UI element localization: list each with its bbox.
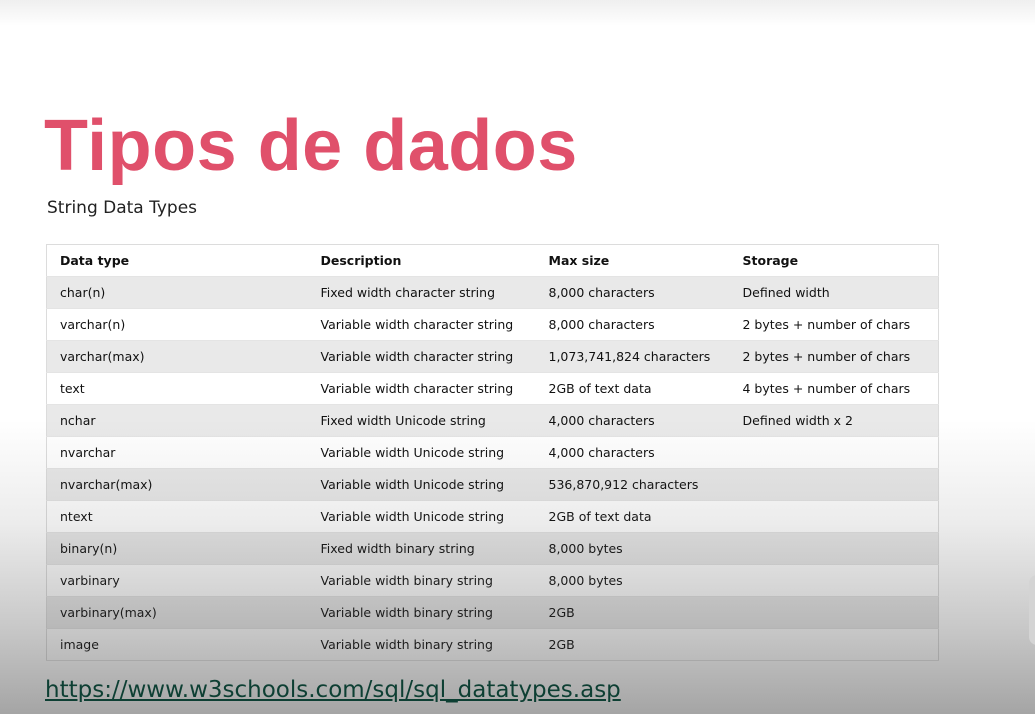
cell-description: Variable width binary string: [307, 628, 536, 661]
cell-data-type: image: [46, 628, 308, 661]
cell-max-size: 4,000 characters: [535, 436, 730, 469]
slide-title: Tipos de dados: [44, 106, 578, 186]
w3schools-link[interactable]: https://www.w3schools.com/sql/sql_dataty…: [45, 674, 621, 706]
table-row: nvarchar Variable width Unicode string 4…: [46, 436, 939, 469]
cell-max-size: 536,870,912 characters: [535, 468, 730, 501]
table-row: varbinary Variable width binary string 8…: [46, 564, 939, 597]
cell-storage: Defined width: [729, 276, 939, 309]
header-description: Description: [307, 244, 536, 277]
cell-data-type: varbinary(max): [46, 596, 308, 629]
cell-storage: 2 bytes + number of chars: [729, 340, 939, 373]
cell-storage: 2 bytes + number of chars: [729, 308, 939, 341]
cell-max-size: 2GB of text data: [535, 500, 730, 533]
cell-description: Fixed width binary string: [307, 532, 536, 565]
slide: Tipos de dados String Data Types Data ty…: [0, 0, 1035, 714]
cell-storage: [729, 436, 939, 469]
cell-description: Variable width Unicode string: [307, 500, 536, 533]
cell-data-type: binary(n): [46, 532, 308, 565]
cell-data-type: nvarchar(max): [46, 468, 308, 501]
cell-description: Fixed width character string: [307, 276, 536, 309]
table-row: nvarchar(max) Variable width Unicode str…: [46, 468, 939, 501]
data-types-table: Data type Description Max size Storage c…: [46, 244, 939, 661]
header-data-type: Data type: [46, 244, 308, 277]
cell-max-size: 8,000 bytes: [535, 532, 730, 565]
cell-description: Variable width Unicode string: [307, 436, 536, 469]
cell-max-size: 1,073,741,824 characters: [535, 340, 730, 373]
cell-storage: Defined width x 2: [729, 404, 939, 437]
cell-description: Fixed width Unicode string: [307, 404, 536, 437]
cell-storage: [729, 628, 939, 661]
cell-max-size: 4,000 characters: [535, 404, 730, 437]
cell-data-type: varchar(max): [46, 340, 308, 373]
cell-data-type: ntext: [46, 500, 308, 533]
header-max-size: Max size: [535, 244, 730, 277]
cell-description: Variable width Unicode string: [307, 468, 536, 501]
edge-mark: [1029, 575, 1035, 645]
cell-data-type: varchar(n): [46, 308, 308, 341]
table-row: ntext Variable width Unicode string 2GB …: [46, 500, 939, 533]
table-row: image Variable width binary string 2GB: [46, 628, 939, 661]
top-band: [0, 0, 1035, 26]
cell-storage: 4 bytes + number of chars: [729, 372, 939, 405]
table-row: varchar(n) Variable width character stri…: [46, 308, 939, 341]
slide-subtitle: String Data Types: [47, 198, 198, 218]
cell-max-size: 2GB: [535, 596, 730, 629]
cell-max-size: 8,000 characters: [535, 276, 730, 309]
table-row: binary(n) Fixed width binary string 8,00…: [46, 532, 939, 565]
cell-description: Variable width character string: [307, 308, 536, 341]
cell-description: Variable width character string: [307, 340, 536, 373]
cell-storage: [729, 468, 939, 501]
cell-description: Variable width character string: [307, 372, 536, 405]
table-row: nchar Fixed width Unicode string 4,000 c…: [46, 404, 939, 437]
cell-data-type: nchar: [46, 404, 308, 437]
cell-data-type: char(n): [46, 276, 308, 309]
cell-max-size: 2GB: [535, 628, 730, 661]
cell-storage: [729, 596, 939, 629]
table-row: text Variable width character string 2GB…: [46, 372, 939, 405]
cell-storage: [729, 564, 939, 597]
cell-data-type: nvarchar: [46, 436, 308, 469]
table-row: char(n) Fixed width character string 8,0…: [46, 276, 939, 309]
table-row: varbinary(max) Variable width binary str…: [46, 596, 939, 629]
table-header-row: Data type Description Max size Storage: [46, 244, 939, 277]
cell-data-type: text: [46, 372, 308, 405]
cell-description: Variable width binary string: [307, 596, 536, 629]
cell-storage: [729, 500, 939, 533]
cell-max-size: 8,000 characters: [535, 308, 730, 341]
cell-storage: [729, 532, 939, 565]
table-row: varchar(max) Variable width character st…: [46, 340, 939, 373]
cell-max-size: 2GB of text data: [535, 372, 730, 405]
cell-data-type: varbinary: [46, 564, 308, 597]
cell-description: Variable width binary string: [307, 564, 536, 597]
cell-max-size: 8,000 bytes: [535, 564, 730, 597]
header-storage: Storage: [729, 244, 939, 277]
